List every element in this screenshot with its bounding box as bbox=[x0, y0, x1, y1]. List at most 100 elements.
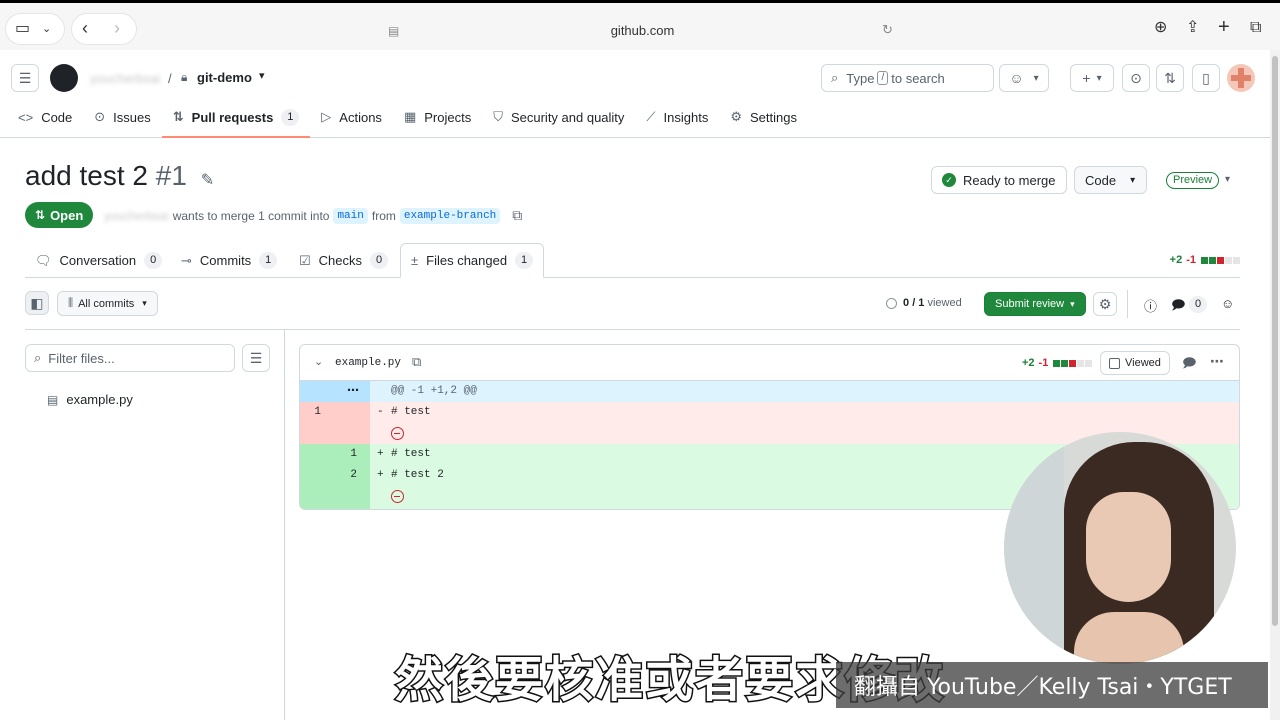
comment-icon: 🗨︎ bbox=[35, 252, 52, 268]
chevron-down-icon[interactable]: ▾ bbox=[1225, 174, 1230, 185]
file-header: ⌄ example.py ⧉ +2 -1 Viewed 🗩︎ ⋯ bbox=[300, 345, 1239, 381]
pull-requests-button[interactable]: ⇅ bbox=[1156, 64, 1184, 92]
submit-review-button[interactable]: Submit review ▾ bbox=[984, 292, 1086, 316]
tab-checks[interactable]: ☑ Checks 0 bbox=[289, 243, 398, 278]
repo-owner[interactable]: youcherbsai bbox=[90, 71, 160, 86]
diff-settings-button[interactable]: ⚙ bbox=[1093, 292, 1117, 316]
chevron-down-icon: ▾ bbox=[142, 298, 147, 308]
shield-icon: ⛉ bbox=[493, 109, 503, 124]
minus-circle-icon[interactable] bbox=[391, 427, 404, 440]
inbox-button[interactable]: ▯ bbox=[1192, 64, 1220, 92]
chevron-down-icon: ▾ bbox=[1033, 72, 1039, 84]
commit-icon: ⊸ bbox=[181, 252, 192, 268]
checkbox-icon bbox=[1109, 357, 1120, 369]
tab-code[interactable]: <> Code bbox=[7, 98, 83, 136]
tab-issues[interactable]: ⊙ Issues bbox=[83, 98, 161, 136]
tabs-overview-icon[interactable]: ⧉ bbox=[1250, 20, 1261, 36]
sidebar-toggle-button[interactable]: ▭ ⌄ bbox=[6, 14, 64, 44]
edit-icon[interactable]: ✎ bbox=[201, 172, 214, 189]
avatar[interactable] bbox=[1227, 64, 1255, 92]
expand-icon: ⋯ bbox=[347, 383, 359, 397]
tab-security[interactable]: ⛉ Security and quality bbox=[482, 98, 635, 136]
viewed-checkbox[interactable]: Viewed bbox=[1100, 351, 1170, 375]
filter-options-button[interactable]: ☰ bbox=[242, 344, 270, 372]
commits-icon: ⫼ bbox=[68, 297, 74, 309]
menu-button[interactable]: ☰ bbox=[11, 64, 39, 92]
file-diff-icon: ± bbox=[411, 253, 419, 268]
chevron-down-icon[interactable]: ▾ bbox=[259, 69, 265, 82]
comment-icon[interactable]: 🗩︎ bbox=[1182, 354, 1196, 376]
minus-circle-icon[interactable] bbox=[391, 490, 404, 503]
viewed-progress: 0 / 1 viewed bbox=[886, 297, 962, 309]
inbox-icon: ▯ bbox=[1202, 69, 1210, 86]
code-icon: <> bbox=[18, 109, 34, 125]
lock-icon: 🔒︎ bbox=[181, 70, 188, 84]
breadcrumb-separator: / bbox=[168, 71, 172, 86]
repo-name[interactable]: git-demo bbox=[197, 70, 252, 85]
hunk-header: ⋯ @@ -1 +1,2 @@ bbox=[300, 381, 1239, 402]
copy-icon[interactable]: ⧉ bbox=[412, 354, 421, 370]
copy-icon[interactable]: ⧉ bbox=[512, 207, 522, 224]
checklist-icon: ☑ bbox=[299, 252, 311, 268]
pr-tabs: 🗨︎ Conversation 0 ⊸ Commits 1 ☑ Checks 0 ± File… bbox=[25, 243, 1240, 278]
tab-conversation[interactable]: 🗨︎ Conversation 0 bbox=[25, 243, 172, 278]
filter-files-input[interactable]: ⌕ Filter files... bbox=[25, 344, 235, 372]
sidebar-divider bbox=[284, 330, 285, 720]
all-commits-dropdown[interactable]: ⫼ All commits ▾ bbox=[57, 291, 158, 316]
search-icon: ⌕ bbox=[831, 70, 839, 85]
head-branch[interactable]: example-branch bbox=[399, 207, 501, 224]
reload-icon[interactable]: ↻ bbox=[882, 22, 893, 38]
toggle-file-tree-button[interactable]: ◧ bbox=[25, 291, 49, 315]
author-link[interactable]: youcherbsai bbox=[104, 209, 169, 223]
comment-icon[interactable]: 🗩︎ bbox=[1171, 296, 1185, 318]
tab-actions[interactable]: ▷ Actions bbox=[310, 98, 393, 136]
issue-icon: ⊙ bbox=[1130, 69, 1142, 86]
browser-toolbar: ▭ ⌄ ‹ › ▤ github.com ↻ ⊕ ⇪ + ⧉ bbox=[0, 0, 1280, 50]
tab-projects[interactable]: ▦ Projects bbox=[393, 98, 482, 136]
kebab-menu-icon[interactable]: ⋯ bbox=[1210, 353, 1224, 370]
issues-button[interactable]: ⊙ bbox=[1122, 64, 1150, 92]
search-input[interactable]: ⌕ Type / to search bbox=[821, 64, 994, 92]
gear-icon: ⚙ bbox=[730, 109, 742, 124]
code-dropdown-button[interactable]: Code ▾ bbox=[1074, 166, 1147, 194]
filter-icon: ☰ bbox=[249, 349, 263, 366]
tab-pull-requests[interactable]: ⇅ Pull requests 1 bbox=[161, 98, 311, 138]
share-icon[interactable]: ⇪ bbox=[1186, 20, 1199, 36]
gear-icon: ⚙ bbox=[1098, 295, 1112, 312]
tab-insights[interactable]: ⟋ Insights bbox=[635, 98, 719, 136]
copilot-button[interactable]: ☺ ▾ bbox=[999, 64, 1049, 92]
back-icon[interactable]: ‹ bbox=[82, 19, 88, 37]
github-logo-icon[interactable] bbox=[50, 64, 78, 92]
table-icon: ▦ bbox=[403, 109, 417, 124]
diffstat: +2 -1 bbox=[1170, 254, 1240, 266]
tab-files-changed[interactable]: ± Files changed 1 bbox=[400, 243, 545, 278]
expand-button[interactable]: ⋯ bbox=[300, 381, 370, 402]
nav-buttons: ‹ › bbox=[72, 14, 136, 44]
tab-commits[interactable]: ⊸ Commits 1 bbox=[171, 243, 287, 278]
file-diffstat: +2 -1 bbox=[1022, 357, 1093, 369]
address-bar[interactable]: ▤ github.com ↻ bbox=[380, 14, 905, 46]
preview-badge[interactable]: Preview bbox=[1166, 172, 1220, 189]
chevron-down-icon[interactable]: ⌄ bbox=[314, 355, 323, 368]
file-diff-icon: ▤ bbox=[47, 392, 59, 407]
video-credit: 翻攝自 YouTube／Kelly Tsai・YTGET bbox=[836, 662, 1268, 708]
forward-icon[interactable]: › bbox=[114, 19, 120, 37]
chevron-down-icon: ▾ bbox=[1096, 72, 1102, 84]
state-badge: ⇅ Open bbox=[25, 202, 94, 228]
file-name[interactable]: example.py bbox=[335, 357, 401, 369]
page-scrollbar[interactable] bbox=[1270, 50, 1280, 720]
file-tree-item[interactable]: ▤ example.py bbox=[47, 392, 133, 407]
copilot-icon[interactable]: ☺ bbox=[1221, 296, 1234, 311]
ready-to-merge-button[interactable]: ✓ Ready to merge bbox=[931, 166, 1067, 194]
page-title: add test 2 #1 ✎ bbox=[25, 160, 215, 191]
divider bbox=[1127, 290, 1128, 318]
scrollbar-thumb[interactable] bbox=[1272, 56, 1278, 626]
tab-settings[interactable]: ⚙ Settings bbox=[719, 98, 808, 136]
download-icon[interactable]: ⊕ bbox=[1154, 20, 1167, 36]
new-tab-icon[interactable]: + bbox=[1218, 17, 1230, 37]
create-new-button[interactable]: + ▾ bbox=[1070, 64, 1114, 92]
base-branch[interactable]: main bbox=[333, 207, 368, 224]
info-icon[interactable]: ⓘ bbox=[1144, 296, 1157, 315]
comment-count: 0 bbox=[1189, 296, 1207, 313]
divider bbox=[25, 329, 1240, 330]
